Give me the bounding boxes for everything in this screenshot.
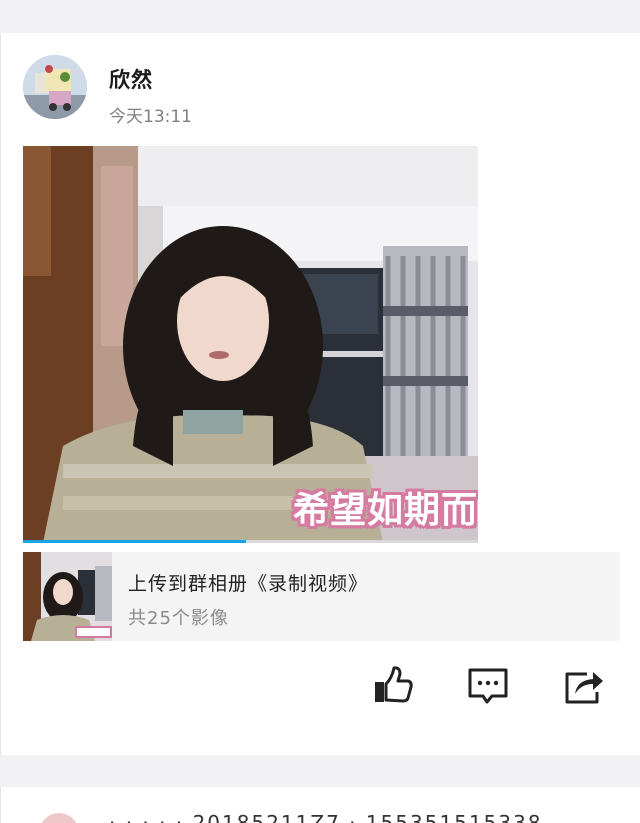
- album-link[interactable]: 上传到群相册《录制视频》 共25个影像: [23, 552, 620, 641]
- next-post-preview: · · · · · 20185211Z7 · 155351515338: [109, 811, 543, 823]
- thumbs-up-icon: [375, 666, 413, 703]
- comment-icon: [468, 668, 508, 704]
- share-button[interactable]: [561, 664, 605, 708]
- comment-button[interactable]: [466, 664, 510, 708]
- next-post-card: · · · · · 20185211Z7 · 155351515338: [0, 787, 640, 823]
- avatar-image: [23, 55, 87, 119]
- avatar[interactable]: [23, 55, 87, 119]
- video-progress-bar[interactable]: [23, 540, 478, 543]
- video-player[interactable]: 希望如期而: [23, 146, 478, 543]
- post-time: 今天13:11: [109, 107, 192, 127]
- share-icon: [565, 672, 603, 704]
- video-progress-fill: [23, 540, 246, 543]
- album-title: 上传到群相册《录制视频》: [128, 573, 369, 595]
- user-name[interactable]: 欣然: [109, 64, 153, 94]
- like-button[interactable]: [370, 664, 414, 708]
- avatar[interactable]: [39, 813, 79, 823]
- post-card: 欣然 今天13:11 希望如期而 上传到群相册《录制视频》 共25个影像: [0, 33, 640, 755]
- album-count: 共25个影像: [128, 608, 229, 629]
- video-caption: 希望如期而: [292, 490, 478, 531]
- album-thumbnail: [23, 552, 112, 641]
